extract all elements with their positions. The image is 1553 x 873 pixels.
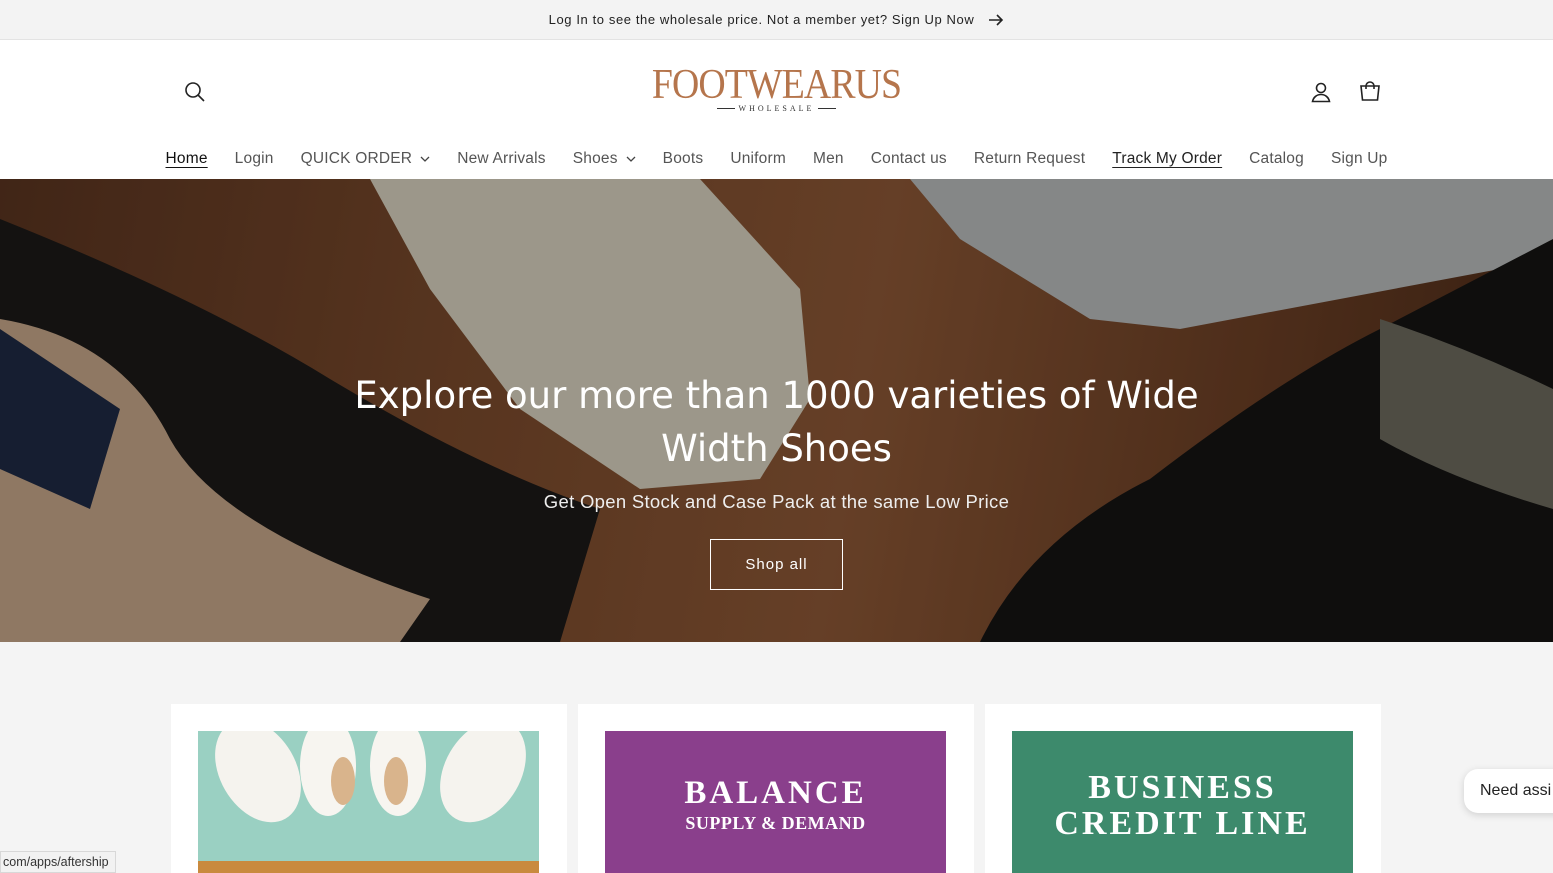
hero-subtitle: Get Open Stock and Case Pack at the same… <box>543 491 1010 512</box>
browser-status-url: com/apps/aftership <box>0 851 116 873</box>
site-header: FOOTWEARUS WHOLESALE Home Login QUICK OR… <box>0 40 1553 167</box>
hero-title: Explore our more than 1000 varieties of … <box>354 374 1199 470</box>
shop-all-button[interactable]: Shop all <box>710 539 843 590</box>
announcement-text[interactable]: Log In to see the wholesale price. Not a… <box>549 12 975 27</box>
main-nav: Home Login QUICK ORDER New Arrivals Shoe… <box>0 141 1553 177</box>
account-button[interactable] <box>1306 77 1336 107</box>
promo-card-image[interactable]: BUSINESS CREDIT LINE <box>1012 731 1353 873</box>
nav-item-track-my-order[interactable]: Track My Order <box>1099 150 1236 168</box>
promo-card-title: BALANCE <box>684 775 867 811</box>
nav-item-boots[interactable]: Boots <box>649 150 717 168</box>
promo-card[interactable]: BALANCE SUPPLY & DEMAND <box>578 704 974 873</box>
announcement-bar[interactable]: Log In to see the wholesale price. Not a… <box>0 0 1553 40</box>
arrow-right-icon <box>989 13 1004 26</box>
hero-content: Explore our more than 1000 varieties of … <box>0 369 1553 590</box>
nav-item-catalog[interactable]: Catalog <box>1236 150 1318 168</box>
nav-item-sign-up[interactable]: Sign Up <box>1317 150 1401 168</box>
promo-card-title: BUSINESS <box>1088 769 1277 806</box>
nav-item-men[interactable]: Men <box>799 150 857 168</box>
promo-card-image[interactable]: BALANCE SUPPLY & DEMAND <box>605 731 946 873</box>
nav-item-shoes[interactable]: Shoes <box>559 150 649 168</box>
white-shoes-image <box>198 731 539 873</box>
promo-card-subtitle: CREDIT LINE <box>1054 805 1311 842</box>
promo-card[interactable]: BUSINESS CREDIT LINE <box>985 704 1381 873</box>
promo-card-subtitle: SUPPLY & DEMAND <box>685 813 866 833</box>
promo-cards-section: BALANCE SUPPLY & DEMAND BUSINESS CREDIT … <box>0 642 1553 873</box>
nav-item-uniform[interactable]: Uniform <box>717 150 800 168</box>
cart-button[interactable] <box>1355 77 1385 107</box>
logo-wordmark: FOOTWEARUS <box>651 62 902 108</box>
user-icon <box>1311 82 1331 103</box>
nav-item-return-request[interactable]: Return Request <box>960 150 1098 168</box>
nav-item-label: QUICK ORDER <box>300 150 413 167</box>
chat-widget-button[interactable]: Need assi <box>1464 769 1553 813</box>
chevron-down-icon <box>420 156 430 162</box>
nav-item-label: Shoes <box>572 150 618 167</box>
hero-banner: Explore our more than 1000 varieties of … <box>0 179 1553 642</box>
nav-item-new-arrivals[interactable]: New Arrivals <box>444 150 560 168</box>
nav-item-quick-order[interactable]: QUICK ORDER <box>287 150 444 168</box>
nav-item-login[interactable]: Login <box>221 150 287 168</box>
cart-icon <box>1360 81 1380 101</box>
promo-card[interactable] <box>171 704 567 873</box>
nav-item-contact-us[interactable]: Contact us <box>857 150 960 168</box>
nav-item-home[interactable]: Home <box>152 150 221 168</box>
promo-card-image[interactable] <box>198 731 539 873</box>
chevron-down-icon <box>626 156 636 162</box>
